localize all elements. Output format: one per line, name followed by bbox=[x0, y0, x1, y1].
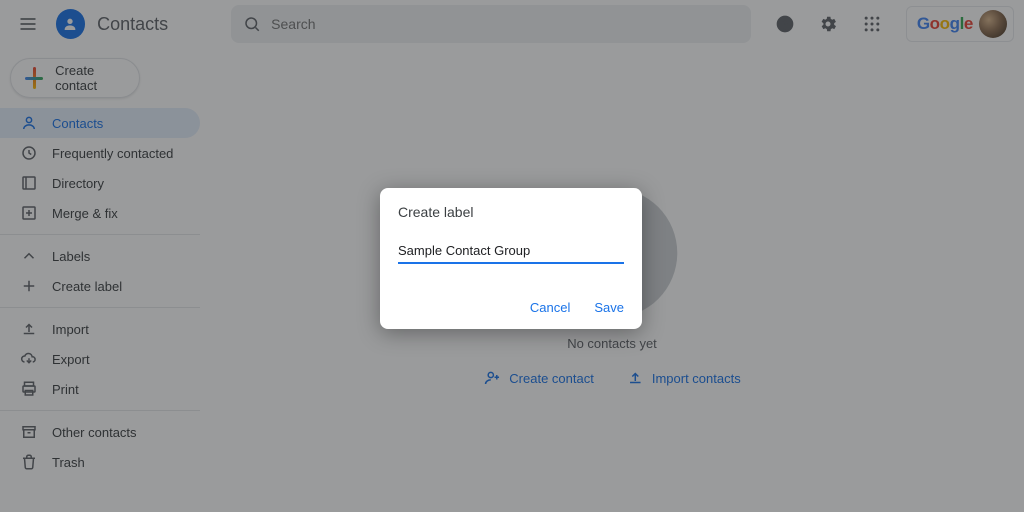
save-button[interactable]: Save bbox=[594, 300, 624, 315]
label-name-input[interactable] bbox=[398, 243, 624, 264]
cancel-button[interactable]: Cancel bbox=[530, 300, 570, 315]
dialog-title: Create label bbox=[398, 204, 624, 220]
create-label-dialog: Create label Cancel Save bbox=[380, 188, 642, 329]
